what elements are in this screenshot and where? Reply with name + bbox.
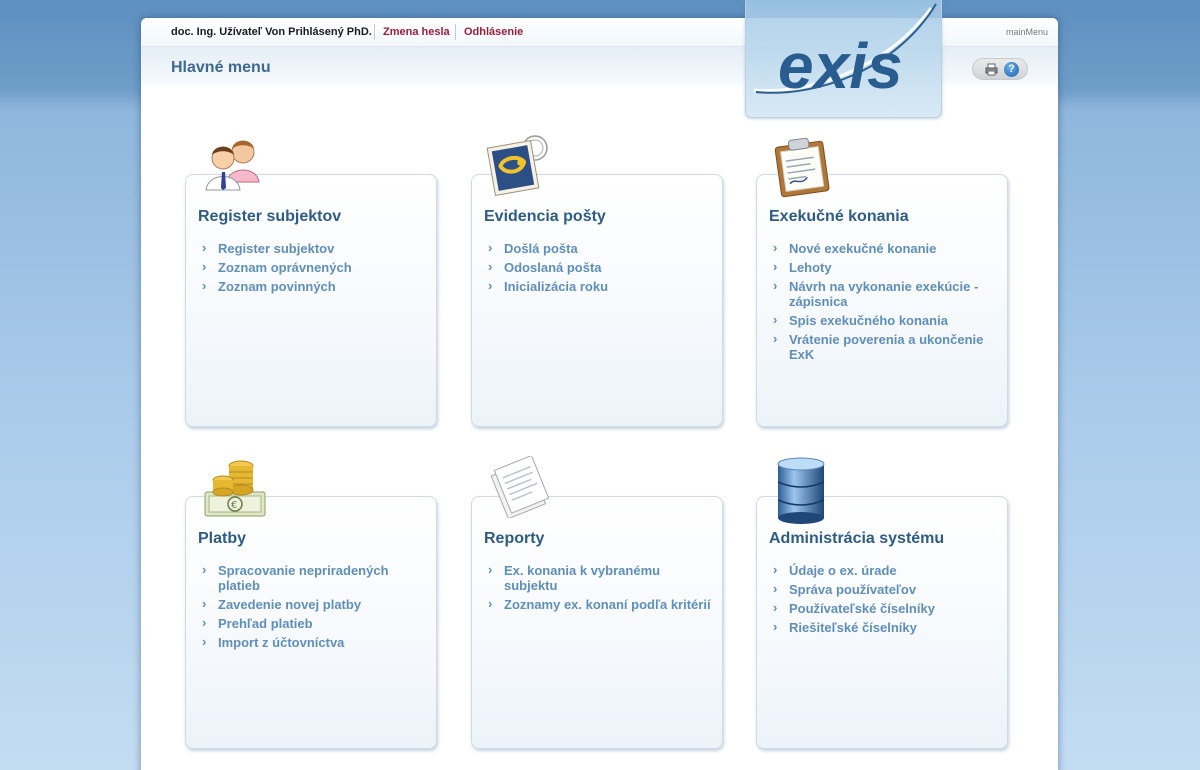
menu-link-udaje-o-ex-urade[interactable]: Údaje o ex. úrade	[771, 562, 996, 578]
documents-icon	[490, 456, 550, 518]
separator	[374, 24, 375, 40]
card-title: Administrácia systému	[769, 530, 945, 547]
clipboard-icon	[774, 137, 830, 198]
menu-link-import-z-uctovnictva[interactable]: Import z účtovníctva	[200, 634, 425, 650]
menu-link-nove-exekucne-konanie[interactable]: Nové exekučné konanie	[771, 240, 996, 256]
postage-stamp-icon	[486, 135, 548, 197]
menu-link-spracovanie-nepriradenych-platieb[interactable]: Spracovanie nepriradených platieb	[200, 562, 425, 593]
card-title: Register subjektov	[198, 208, 342, 225]
toolbar: ?	[972, 58, 1028, 80]
menu-link-zavedenie-novej-platby[interactable]: Zavedenie novej platby	[200, 596, 425, 612]
card-administracia-systemu: Administrácia systému Údaje o ex. úrade …	[756, 457, 1008, 749]
help-icon[interactable]: ?	[1004, 62, 1019, 77]
separator	[455, 24, 456, 40]
card-links: Spracovanie nepriradených platieb Zavede…	[200, 562, 425, 654]
page-title: Hlavné menu	[171, 59, 271, 76]
menu-link-sprava-pouzivatelov[interactable]: Správa používateľov	[771, 581, 996, 597]
menu-link-pouzivatelske-ciselniky[interactable]: Používateľské číselníky	[771, 600, 996, 616]
card-evidencia-posty: Evidencia pošty Došlá pošta Odoslaná poš…	[471, 135, 723, 427]
card-links: Údaje o ex. úrade Správa používateľov Po…	[771, 562, 996, 639]
menu-link-zoznam-povinnych[interactable]: Zoznam povinných	[200, 278, 425, 294]
logout-link[interactable]: Odhlásenie	[464, 26, 523, 38]
menu-link-vratenie-poverenia[interactable]: Vrátenie poverenia a ukončenie ExK	[771, 331, 996, 362]
menu-link-riesitelske-ciselniky[interactable]: Riešiteľské číselníky	[771, 619, 996, 635]
menu-link-navrh-na-vykonanie[interactable]: Návrh na vykonanie exekúcie - zápisnica	[771, 278, 996, 309]
card-title: Platby	[198, 530, 247, 547]
logo-text: exis	[778, 30, 903, 102]
svg-text:€: €	[231, 500, 237, 511]
menu-link-spis-exekucneho-konania[interactable]: Spis exekučného konania	[771, 312, 996, 328]
card-links: Ex. konania k vybranému subjektu Zoznamy…	[486, 562, 711, 616]
logo: exis	[745, 0, 942, 118]
menu-link-prehlad-platieb[interactable]: Prehľad platieb	[200, 615, 425, 631]
coins-icon: €	[204, 460, 266, 517]
database-icon	[777, 457, 825, 524]
card-reporty: Reporty Ex. konania k vybranému subjektu…	[471, 456, 723, 749]
card-links: Došlá pošta Odoslaná pošta Inicializácia…	[486, 240, 711, 298]
users-icon	[205, 140, 260, 191]
menu-link-dosla-posta[interactable]: Došlá pošta	[486, 240, 711, 256]
menu-link-lehoty[interactable]: Lehoty	[771, 259, 996, 275]
menu-link-register-subjektov[interactable]: Register subjektov	[200, 240, 425, 256]
exis-logo-icon: exis	[753, 3, 937, 102]
card-title: Exekučné konania	[769, 208, 909, 225]
page-identifier: mainMenu	[1005, 27, 1048, 37]
menu-link-inicializacia-roku[interactable]: Inicializácia roku	[486, 278, 711, 294]
menu-link-odoslana-posta[interactable]: Odoslaná pošta	[486, 259, 711, 275]
menu-link-ex-konania-k-subjektu[interactable]: Ex. konania k vybranému subjektu	[486, 562, 711, 593]
change-password-link[interactable]: Zmena hesla	[383, 26, 450, 38]
card-register-subjektov: Register subjektov Register subjektov Zo…	[185, 140, 437, 427]
card-links: Register subjektov Zoznam oprávnených Zo…	[200, 240, 425, 298]
card-links: Nové exekučné konanie Lehoty Návrh na vy…	[771, 240, 996, 366]
menu-link-zoznam-opravnenych[interactable]: Zoznam oprávnených	[200, 259, 425, 275]
logged-user-name: doc. Ing. Užívateľ Von Prihlásený PhD.	[171, 26, 372, 38]
menu-link-zoznamy-ex-konani[interactable]: Zoznamy ex. konaní podľa kritérií	[486, 596, 711, 612]
card-title: Reporty	[484, 530, 545, 547]
print-icon[interactable]	[985, 63, 998, 76]
card-platby: € Platby Spracovanie nepriradených plati…	[185, 460, 437, 749]
card-exekucne-konania: Exekučné konania Nové exekučné konanie L…	[756, 137, 1008, 427]
card-title: Evidencia pošty	[484, 208, 606, 225]
